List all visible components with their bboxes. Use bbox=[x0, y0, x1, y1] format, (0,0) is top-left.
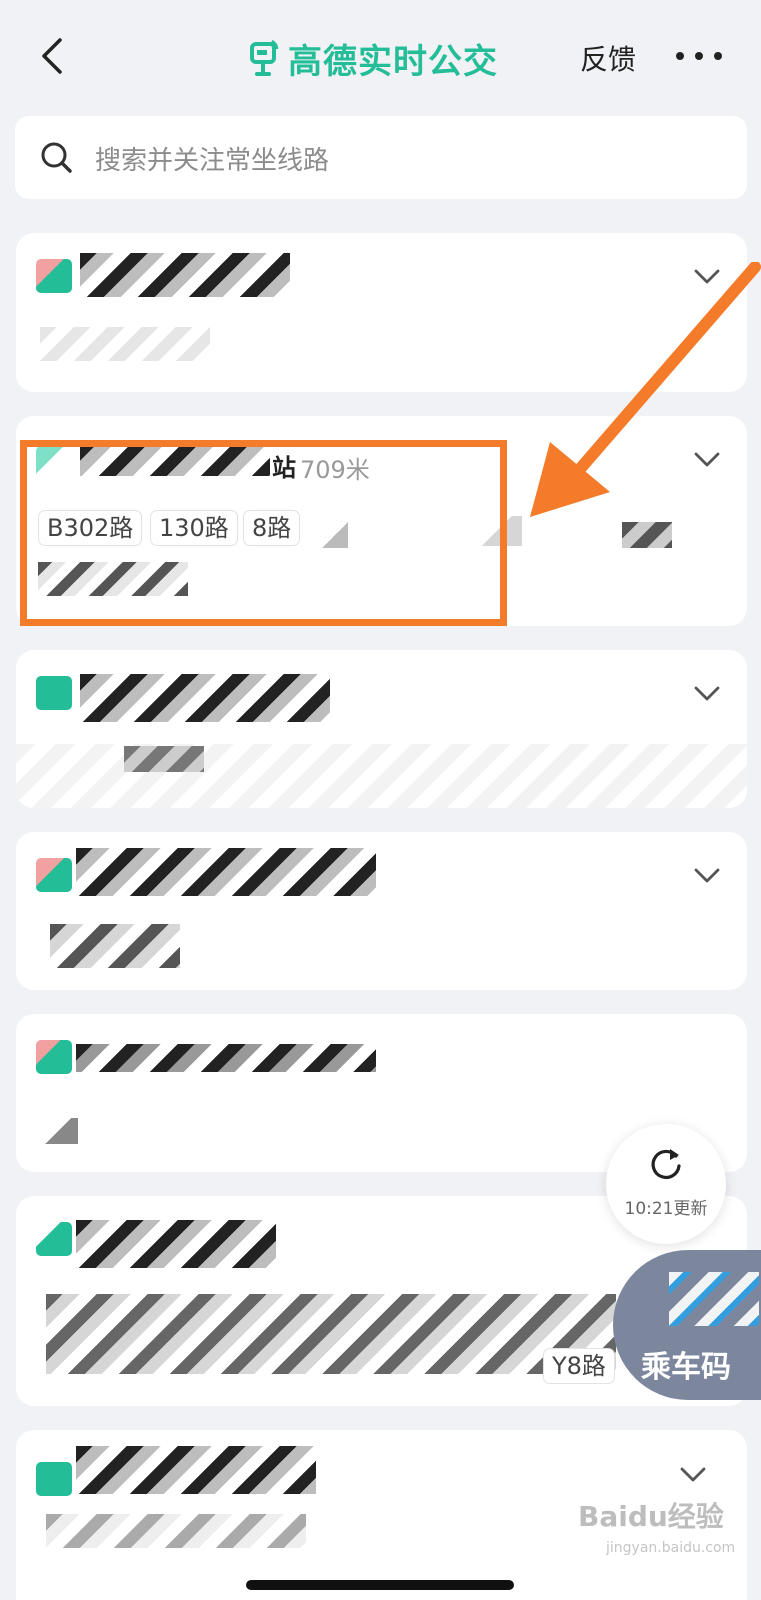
station-name-blurred bbox=[76, 1446, 316, 1494]
station-name-blurred bbox=[76, 1044, 376, 1072]
route-chips-blurred bbox=[50, 924, 180, 968]
station-name-blurred bbox=[80, 253, 290, 297]
search-bar[interactable]: 搜索并关注常坐线路 bbox=[15, 116, 747, 199]
back-arrow-icon[interactable] bbox=[36, 36, 76, 76]
station-name-blurred bbox=[80, 674, 330, 722]
station-name-blurred bbox=[76, 1220, 276, 1268]
chevron-down-icon[interactable] bbox=[693, 866, 721, 886]
app-logo: 高德实时公交 bbox=[250, 30, 498, 86]
station-card[interactable] bbox=[16, 650, 747, 808]
route-chips-blurred bbox=[124, 746, 204, 772]
annotation-highlight-box bbox=[20, 440, 507, 626]
chevron-down-icon[interactable] bbox=[693, 684, 721, 704]
app-title: 高德实时公交 bbox=[288, 41, 498, 82]
watermark-url: jingyan.baidu.com bbox=[606, 1540, 736, 1556]
refresh-icon bbox=[651, 1149, 681, 1179]
more-options-icon[interactable] bbox=[676, 52, 722, 64]
route-chip[interactable]: Y8路 bbox=[543, 1348, 615, 1384]
home-indicator[interactable] bbox=[246, 1580, 514, 1590]
feedback-link[interactable]: 反馈 bbox=[580, 38, 636, 78]
station-icon bbox=[36, 676, 72, 710]
route-chips-blurred bbox=[622, 522, 672, 548]
annotation-arrow bbox=[530, 262, 761, 517]
station-icon bbox=[36, 1222, 72, 1256]
top-bar: 高德实时公交 反馈 bbox=[0, 0, 761, 115]
station-icon bbox=[36, 1462, 72, 1496]
station-icon bbox=[36, 1040, 72, 1074]
search-placeholder: 搜索并关注常坐线路 bbox=[95, 146, 330, 176]
route-chips-blurred bbox=[46, 1294, 616, 1374]
route-chips-blurred bbox=[38, 1118, 78, 1144]
chevron-down-icon[interactable] bbox=[679, 1465, 707, 1485]
route-chips-blurred bbox=[40, 327, 210, 361]
station-card[interactable] bbox=[16, 832, 747, 990]
refresh-time-label: 10:21更新 bbox=[624, 1199, 708, 1219]
station-icon bbox=[36, 858, 72, 892]
ride-code-label: 乘车码 bbox=[641, 1350, 731, 1385]
station-icon bbox=[36, 259, 72, 293]
watermark: Baidu经验 bbox=[578, 1500, 724, 1533]
refresh-button[interactable]: 10:21更新 bbox=[606, 1124, 726, 1244]
station-name-blurred bbox=[76, 848, 376, 896]
ride-code-icon bbox=[669, 1272, 759, 1326]
bus-stop-icon bbox=[250, 39, 279, 76]
search-icon bbox=[41, 142, 72, 173]
route-chips-blurred bbox=[46, 1514, 306, 1548]
ride-code-button[interactable]: 乘车码 bbox=[613, 1250, 761, 1400]
